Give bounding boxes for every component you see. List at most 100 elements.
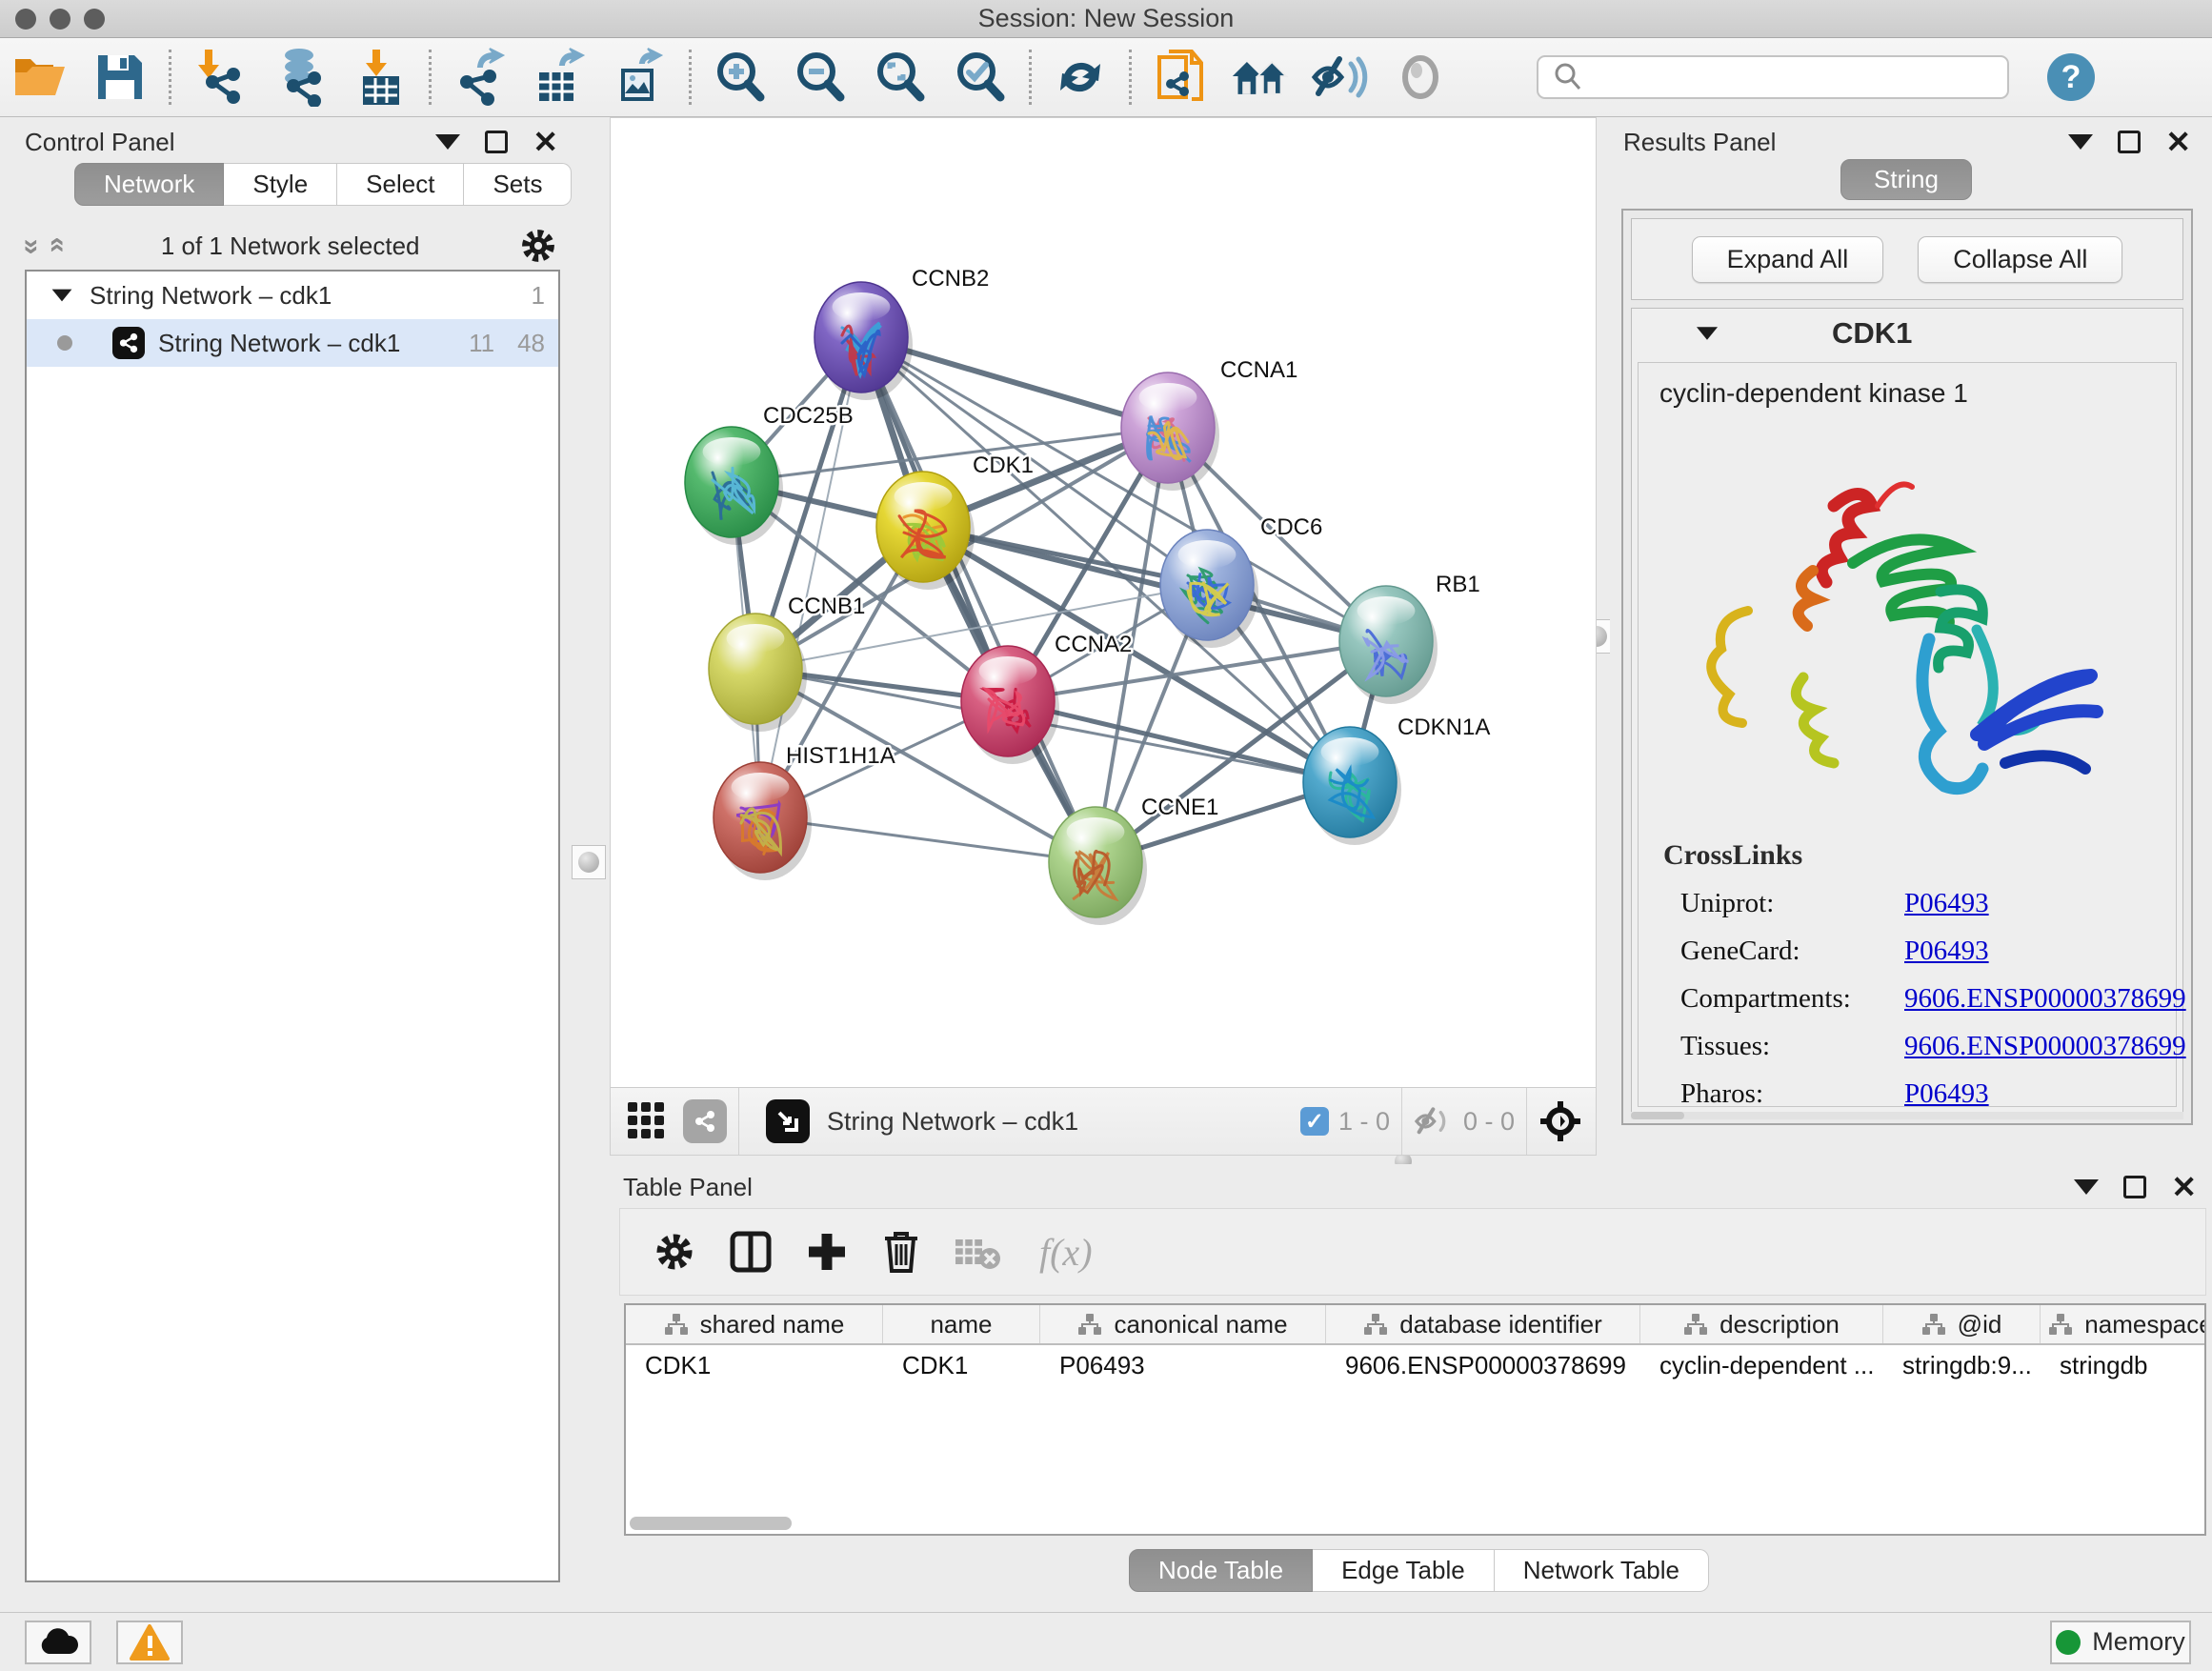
import-network-icon[interactable]	[191, 48, 250, 107]
delete-column-icon[interactable]	[881, 1229, 921, 1275]
collapse-all-button[interactable]: Collapse All	[1918, 236, 2122, 283]
panel-close-icon[interactable]: ✕	[2165, 127, 2191, 157]
warnings-button[interactable]	[116, 1621, 183, 1664]
results-scrollbar[interactable]	[1631, 1112, 2183, 1119]
panel-menu-icon[interactable]	[2068, 134, 2093, 150]
hidden-eye-icon[interactable]	[1414, 1104, 1454, 1138]
table-row[interactable]: CDK1CDK1P064939606.ENSP00000378699cyclin…	[626, 1345, 2204, 1385]
panel-close-icon[interactable]: ✕	[2171, 1172, 2197, 1202]
node-CCNE1[interactable]	[1049, 807, 1147, 925]
add-column-icon[interactable]	[805, 1230, 849, 1274]
apply-layout-refresh-icon[interactable]	[1051, 48, 1110, 107]
gene-expander-icon[interactable]	[1697, 327, 1718, 340]
network-row[interactable]: String Network – cdk1 11 48	[27, 319, 558, 367]
export-image-icon[interactable]	[611, 48, 670, 107]
crosslink-link[interactable]: P06493	[1904, 888, 1989, 919]
zoom-in-icon[interactable]	[711, 48, 770, 107]
zoom-selected-icon[interactable]	[951, 48, 1010, 107]
node-CDC25B[interactable]	[685, 427, 783, 545]
search-input[interactable]	[1594, 63, 2007, 92]
tab-select[interactable]: Select	[337, 163, 464, 206]
node-RB1[interactable]	[1339, 586, 1438, 704]
network-options-gear-icon[interactable]	[518, 226, 558, 266]
node-CDC6[interactable]	[1160, 530, 1258, 648]
node-CCNA1[interactable]	[1121, 372, 1219, 491]
export-table-icon[interactable]	[531, 48, 590, 107]
panel-menu-icon[interactable]	[435, 134, 460, 150]
column-header-name[interactable]: name	[883, 1305, 1040, 1343]
panel-float-icon[interactable]	[2123, 1176, 2146, 1198]
tab-network-table[interactable]: Network Table	[1495, 1549, 1709, 1592]
fit-content-crosshair-icon[interactable]	[1538, 1099, 1582, 1143]
export-network-icon[interactable]	[451, 48, 510, 107]
show-selection-eye-icon[interactable]	[1391, 48, 1450, 107]
collection-expander-icon[interactable]	[52, 290, 72, 302]
crosslink-label: Pharos:	[1680, 1078, 1904, 1110]
node-label-CCNB2: CCNB2	[912, 266, 989, 292]
table-cell[interactable]: stringdb:9...	[1883, 1345, 2041, 1385]
import-table-icon[interactable]	[351, 48, 410, 107]
table-cell[interactable]: CDK1	[883, 1345, 1040, 1385]
network-collection-row[interactable]: String Network – cdk1 1	[27, 272, 558, 319]
panel-float-icon[interactable]	[2118, 131, 2141, 153]
tab-string[interactable]: String	[1840, 159, 1972, 200]
panel-menu-icon[interactable]	[2074, 1179, 2099, 1195]
string-view-icon[interactable]	[683, 1099, 727, 1143]
crosslink-link[interactable]: 9606.ENSP00000378699	[1904, 983, 2186, 1015]
left-splitter-handle[interactable]	[572, 845, 606, 879]
column-header-database-identifier[interactable]: database identifier	[1326, 1305, 1640, 1343]
edge-CCNB2-CCNE1[interactable]	[861, 337, 1096, 862]
crosslink-row: Tissues:9606.ENSP00000378699	[1663, 1031, 2186, 1062]
table-options-gear-icon[interactable]	[653, 1230, 696, 1274]
column-header-shared-name[interactable]: shared name	[626, 1305, 883, 1343]
clone-network-icon[interactable]	[1151, 48, 1210, 107]
crosslink-link[interactable]: P06493	[1904, 1078, 1989, 1110]
hide-selection-eye-icon[interactable]	[1311, 48, 1370, 107]
panel-float-icon[interactable]	[485, 131, 508, 153]
zoom-out-icon[interactable]	[791, 48, 850, 107]
node-CDK1[interactable]	[876, 472, 975, 590]
search-box[interactable]	[1537, 55, 2009, 99]
tab-network[interactable]: Network	[74, 163, 224, 206]
save-session-icon[interactable]	[90, 48, 150, 107]
table-cell[interactable]: 9606.ENSP00000378699	[1326, 1345, 1640, 1385]
crosslink-link[interactable]: 9606.ENSP00000378699	[1904, 1031, 2186, 1062]
node-CCNA2[interactable]	[961, 646, 1059, 764]
help-icon[interactable]: ?	[2041, 48, 2101, 107]
show-home-panels-icon[interactable]	[1231, 48, 1290, 107]
node-CCNB2[interactable]	[814, 282, 913, 400]
expand-all-button[interactable]: Expand All	[1692, 236, 1884, 283]
tab-edge-table[interactable]: Edge Table	[1313, 1549, 1495, 1592]
import-network-from-database-icon[interactable]	[271, 48, 330, 107]
selected-nodes-checkbox-icon[interactable]: ✓	[1300, 1107, 1329, 1136]
panel-close-icon[interactable]: ✕	[533, 127, 558, 157]
birds-eye-grid-icon[interactable]	[626, 1100, 668, 1142]
expand-all-networks-icon[interactable]: »	[39, 239, 71, 253]
node-CDKN1A[interactable]	[1303, 727, 1401, 845]
zoom-fit-icon[interactable]	[871, 48, 930, 107]
tab-style[interactable]: Style	[224, 163, 337, 206]
table-cell[interactable]: stringdb	[2041, 1345, 2206, 1385]
table-cell[interactable]: CDK1	[626, 1345, 883, 1385]
open-view-in-window-icon[interactable]	[766, 1099, 810, 1143]
network-canvas[interactable]: CCNB2CCNA1CDC25BCDK1CDC6RB1CCNB1CCNA2CDK…	[611, 118, 1596, 1087]
memory-button[interactable]: Memory	[2050, 1621, 2191, 1664]
gene-section-header[interactable]: CDK1	[1632, 309, 2182, 358]
show-columns-icon[interactable]	[729, 1230, 773, 1274]
window-title-bar: Session: New Session	[0, 0, 2212, 38]
table-cell[interactable]: cyclin-dependent ...	[1640, 1345, 1883, 1385]
table-horizontal-scrollbar[interactable]	[630, 1517, 2202, 1530]
node-HIST1H1A[interactable]	[714, 762, 812, 880]
node-CCNB1[interactable]	[709, 614, 807, 732]
cloud-status-button[interactable]	[25, 1621, 91, 1664]
column-header-canonical-name[interactable]: canonical name	[1040, 1305, 1326, 1343]
column-header-description[interactable]: description	[1640, 1305, 1883, 1343]
open-session-icon[interactable]	[10, 48, 70, 107]
tab-node-table[interactable]: Node Table	[1129, 1549, 1313, 1592]
column-header--id[interactable]: @id	[1883, 1305, 2041, 1343]
table-cell[interactable]: P06493	[1040, 1345, 1326, 1385]
column-header-namespace[interactable]: namespace	[2041, 1305, 2206, 1343]
crosslink-link[interactable]: P06493	[1904, 936, 1989, 967]
tab-sets[interactable]: Sets	[464, 163, 572, 206]
toolbar-separator	[429, 50, 432, 105]
